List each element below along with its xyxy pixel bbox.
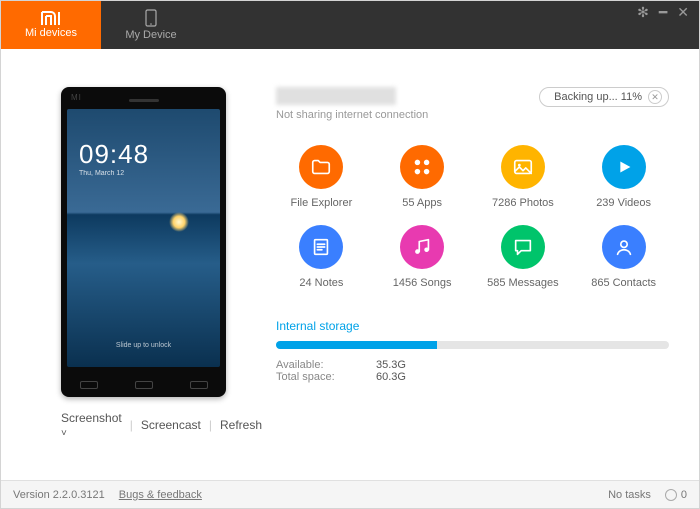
bugs-feedback-link[interactable]: Bugs & feedback [119, 489, 202, 501]
category-label: 865 Contacts [591, 277, 656, 289]
screenshot-button[interactable]: Screenshot ˅ [61, 411, 122, 439]
task-count-icon [665, 489, 677, 501]
category-play[interactable]: 239 Videos [578, 145, 669, 209]
message-icon [501, 225, 545, 269]
backup-status-pill[interactable]: Backing up... 11% ✕ [539, 87, 669, 107]
music-icon [400, 225, 444, 269]
category-folder[interactable]: File Explorer [276, 145, 367, 209]
phone-icon [145, 9, 157, 27]
backup-status-text: Backing up... 11% [554, 91, 642, 103]
lock-clock: 09:48 Thu, March 12 [79, 139, 149, 177]
folder-icon [299, 145, 343, 189]
settings-icon[interactable]: ✻ [637, 4, 649, 21]
preview-actions: Screenshot ˅ | Screencast | Refresh [61, 411, 246, 439]
lock-time: 09:48 [79, 139, 149, 170]
photo-icon [501, 145, 545, 189]
contact-icon [602, 225, 646, 269]
version-label: Version 2.2.0.3121 [13, 489, 105, 501]
device-preview-pane: MI 09:48 Thu, March 12 Slide up to unloc… [61, 87, 246, 439]
main-content: MI 09:48 Thu, March 12 Slide up to unloc… [1, 49, 699, 439]
category-grid: File Explorer 55 Apps 7286 Photos 239 Video… [276, 145, 669, 289]
device-header: Not sharing internet connection Backing … [276, 87, 669, 121]
category-apps[interactable]: 55 Apps [377, 145, 468, 209]
refresh-button[interactable]: Refresh [220, 418, 262, 432]
device-info-pane: Not sharing internet connection Backing … [276, 87, 669, 439]
category-photo[interactable]: 7286 Photos [478, 145, 569, 209]
phone-brand: MI [71, 93, 82, 102]
category-label: 1456 Songs [393, 277, 452, 289]
tab-label: Mi devices [25, 27, 77, 39]
tasks-label[interactable]: No tasks [608, 489, 651, 501]
task-count-value: 0 [681, 489, 687, 501]
category-label: 55 Apps [402, 197, 442, 209]
close-button[interactable]: ✕ [677, 4, 689, 21]
available-label: Available: [276, 359, 346, 371]
phone-speaker [129, 99, 159, 102]
chevron-down-icon: ˅ [61, 428, 67, 439]
category-music[interactable]: 1456 Songs [377, 225, 468, 289]
total-label: Total space: [276, 371, 346, 383]
note-icon [299, 225, 343, 269]
status-bar: Version 2.2.0.3121 Bugs & feedback No ta… [1, 480, 699, 508]
window-controls: ✻ ━ ✕ [637, 1, 689, 23]
screencast-button[interactable]: Screencast [141, 418, 201, 432]
tab-label: My Device [125, 29, 176, 41]
category-label: 24 Notes [299, 277, 343, 289]
cancel-backup-button[interactable]: ✕ [648, 90, 662, 104]
minimize-button[interactable]: ━ [659, 4, 667, 21]
category-label: 7286 Photos [492, 197, 554, 209]
category-note[interactable]: 24 Notes [276, 225, 367, 289]
title-bar: Mi devices My Device ✻ ━ ✕ [1, 1, 699, 49]
category-contact[interactable]: 865 Contacts [578, 225, 669, 289]
phone-nav-buttons [61, 381, 226, 389]
device-name [276, 87, 396, 105]
phone-mockup: MI 09:48 Thu, March 12 Slide up to unloc… [61, 87, 226, 397]
category-label: 585 Messages [487, 277, 559, 289]
play-icon [602, 145, 646, 189]
storage-bar-fill [276, 341, 437, 349]
category-label: File Explorer [291, 197, 353, 209]
total-value: 60.3G [376, 371, 406, 383]
sharing-status: Not sharing internet connection [276, 109, 428, 121]
available-value: 35.3G [376, 359, 406, 371]
category-label: 239 Videos [596, 197, 651, 209]
lock-date: Thu, March 12 [79, 170, 149, 177]
category-message[interactable]: 585 Messages [478, 225, 569, 289]
storage-details: Available: 35.3G Total space: 60.3G [276, 359, 669, 383]
storage-title: Internal storage [276, 319, 669, 333]
storage-bar [276, 341, 669, 349]
unlock-hint: Slide up to unlock [67, 342, 220, 349]
tab-mi-devices[interactable]: Mi devices [1, 1, 101, 49]
apps-icon [400, 145, 444, 189]
task-count[interactable]: 0 [665, 489, 687, 501]
mi-logo-icon [41, 11, 61, 25]
phone-screen: 09:48 Thu, March 12 Slide up to unlock [67, 109, 220, 367]
storage-section: Internal storage Available: 35.3G Total s… [276, 319, 669, 383]
tab-my-device[interactable]: My Device [101, 1, 201, 49]
